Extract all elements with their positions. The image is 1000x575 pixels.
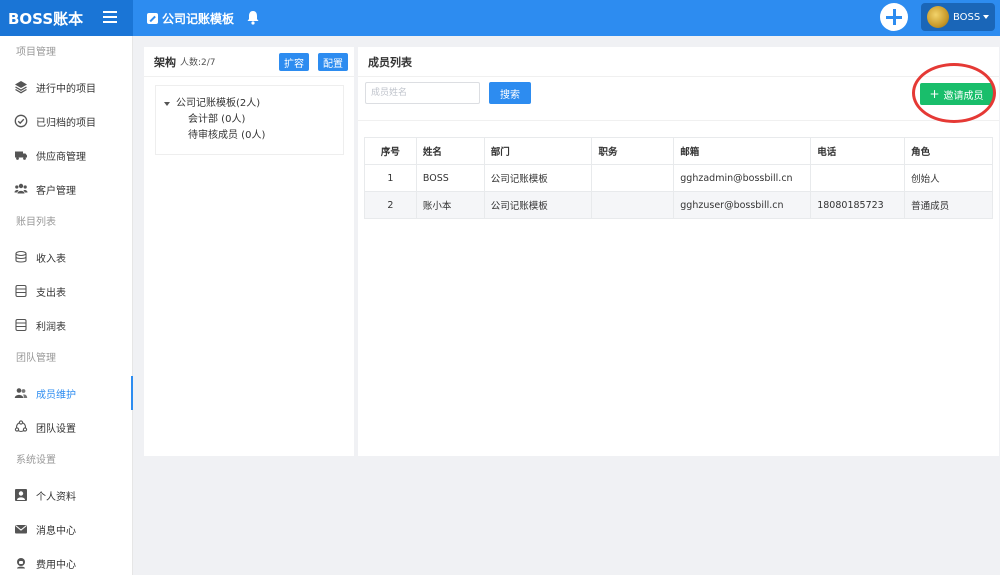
caret-down-icon	[983, 15, 990, 19]
sidebar-item-label: 供应商管理	[36, 151, 86, 163]
search-button[interactable]: 搜索	[489, 82, 531, 104]
cell-phone: 18080185723	[810, 191, 906, 219]
tree-node-accounting[interactable]: 会计部 (0人)	[164, 112, 343, 128]
envelope-icon	[14, 522, 28, 536]
plus-icon: +	[929, 87, 940, 101]
top-bar: BOSS账本 公司记账模板 BOSS	[0, 0, 1000, 36]
member-count: 人数:2/7	[180, 58, 216, 68]
org-structure-panel: 架构 人数:2/7 扩容 配置 公司记账模板(2人) 会计部 (0人) 待审核成…	[144, 47, 354, 456]
bell-icon[interactable]	[246, 10, 260, 25]
column-header[interactable]: 姓名	[415, 137, 485, 165]
table-row[interactable]: 2 账小本 公司记账模板 gghzuser@bossbill.cn 180801…	[364, 191, 993, 219]
cell-email: gghzuser@bossbill.cn	[673, 191, 812, 219]
database-icon	[14, 250, 28, 264]
user-menu-button[interactable]: BOSS	[921, 3, 995, 31]
sidebar-item-active-projects[interactable]: 进行中的项目	[0, 70, 132, 104]
sidebar: 项目管理 进行中的项目 已归档的项目 供应商管理 客户管理 账目列表 收入表 支…	[0, 36, 133, 575]
cell-role: 创始人	[904, 164, 993, 192]
team-icon	[14, 386, 28, 400]
cell-email: gghzadmin@bossbill.cn	[673, 164, 812, 192]
sidebar-item-billing[interactable]: 费用中心	[0, 546, 132, 575]
org-title: 架构	[154, 55, 176, 69]
sidebar-item-label: 客户管理	[36, 185, 76, 197]
sidebar-item-income[interactable]: 收入表	[0, 240, 132, 274]
member-panel-header: 成员列表	[358, 47, 999, 77]
project-title-text: 公司记账模板	[162, 11, 235, 26]
column-header[interactable]: 电话	[810, 137, 906, 165]
sidebar-group-title: 项目管理	[16, 47, 56, 58]
cell-role: 普通成员	[904, 191, 993, 219]
project-title[interactable]: 公司记账模板	[147, 0, 234, 36]
add-icon[interactable]	[880, 3, 908, 31]
sidebar-item-label: 消息中心	[36, 525, 76, 537]
column-header[interactable]: 职务	[591, 137, 675, 165]
member-table: 序号 姓名 部门 职务 邮箱 电话 角色 1 BOSS 公司记账模板 gghza…	[364, 137, 993, 219]
config-button[interactable]: 配置	[318, 53, 348, 71]
cell-department: 公司记账模板	[483, 164, 593, 192]
sidebar-item-label: 成员维护	[36, 389, 76, 401]
sidebar-group-title: 团队管理	[16, 353, 56, 364]
check-circle-icon	[14, 114, 28, 128]
sidebar-item-archived-projects[interactable]: 已归档的项目	[0, 104, 132, 138]
sidebar-item-label: 团队设置	[36, 423, 76, 435]
cell-index: 2	[364, 191, 417, 219]
sidebar-item-team-settings[interactable]: 团队设置	[0, 410, 132, 444]
support-icon	[14, 556, 28, 570]
sidebar-item-label: 个人资料	[36, 491, 76, 503]
table-header-row: 序号 姓名 部门 职务 邮箱 电话 角色	[364, 137, 993, 165]
sidebar-item-customers[interactable]: 客户管理	[0, 172, 132, 206]
sidebar-item-label: 支出表	[36, 287, 66, 299]
sidebar-group-title: 账目列表	[16, 217, 56, 228]
edit-icon	[147, 12, 158, 24]
database-icon	[14, 318, 28, 332]
sidebar-item-profile[interactable]: 个人资料	[0, 478, 132, 512]
sidebar-item-expenses[interactable]: 支出表	[0, 274, 132, 308]
database-icon	[14, 284, 28, 298]
sidebar-item-label: 进行中的项目	[36, 83, 96, 95]
tree-node-pending[interactable]: 待审核成员 (0人)	[164, 128, 343, 144]
cell-name: BOSS	[415, 164, 485, 192]
column-header[interactable]: 序号	[364, 137, 417, 165]
sidebar-item-label: 利润表	[36, 321, 66, 333]
member-list-title: 成员列表	[368, 55, 412, 69]
truck-icon	[14, 148, 28, 162]
column-header[interactable]: 邮箱	[673, 137, 812, 165]
brand-logo[interactable]: BOSS账本	[8, 8, 83, 29]
profile-icon	[14, 488, 28, 502]
sidebar-item-label: 费用中心	[36, 559, 76, 571]
users-icon	[14, 182, 28, 196]
divider	[358, 120, 999, 121]
cell-department: 公司记账模板	[483, 191, 593, 219]
layers-icon	[14, 80, 28, 94]
member-search-input[interactable]	[365, 82, 480, 104]
cell-position	[591, 164, 675, 192]
sidebar-item-label: 收入表	[36, 253, 66, 265]
member-list-panel: 成员列表 搜索 + 邀请成员 序号 姓名 部门 职务 邮箱 电话 角色 1 BO…	[358, 47, 999, 456]
column-header[interactable]: 角色	[904, 137, 993, 165]
cell-phone	[810, 164, 906, 192]
menu-toggle-icon[interactable]	[103, 11, 117, 23]
column-header[interactable]: 部门	[483, 137, 593, 165]
org-tree: 公司记账模板(2人) 会计部 (0人) 待审核成员 (0人)	[155, 85, 344, 155]
sidebar-item-members[interactable]: 成员维护	[0, 376, 133, 410]
cell-index: 1	[364, 164, 417, 192]
cell-position	[591, 191, 675, 219]
tree-root-node[interactable]: 公司记账模板(2人)	[164, 96, 343, 112]
expand-button[interactable]: 扩容	[279, 53, 309, 71]
invite-member-button[interactable]: + 邀请成员	[920, 83, 993, 105]
sidebar-item-messages[interactable]: 消息中心	[0, 512, 132, 546]
network-icon	[14, 420, 28, 434]
cell-name: 账小本	[415, 191, 485, 219]
sidebar-group-title: 系统设置	[16, 455, 56, 466]
caret-down-icon[interactable]	[164, 102, 170, 106]
tree-node-label: 公司记账模板(2人)	[176, 98, 261, 109]
table-row[interactable]: 1 BOSS 公司记账模板 gghzadmin@bossbill.cn 创始人	[364, 164, 993, 192]
sidebar-item-label: 已归档的项目	[36, 117, 96, 129]
sidebar-item-profit[interactable]: 利润表	[0, 308, 132, 342]
invite-member-label: 邀请成员	[943, 90, 984, 102]
user-name: BOSS	[953, 11, 981, 23]
avatar	[927, 6, 949, 28]
sidebar-item-suppliers[interactable]: 供应商管理	[0, 138, 132, 172]
